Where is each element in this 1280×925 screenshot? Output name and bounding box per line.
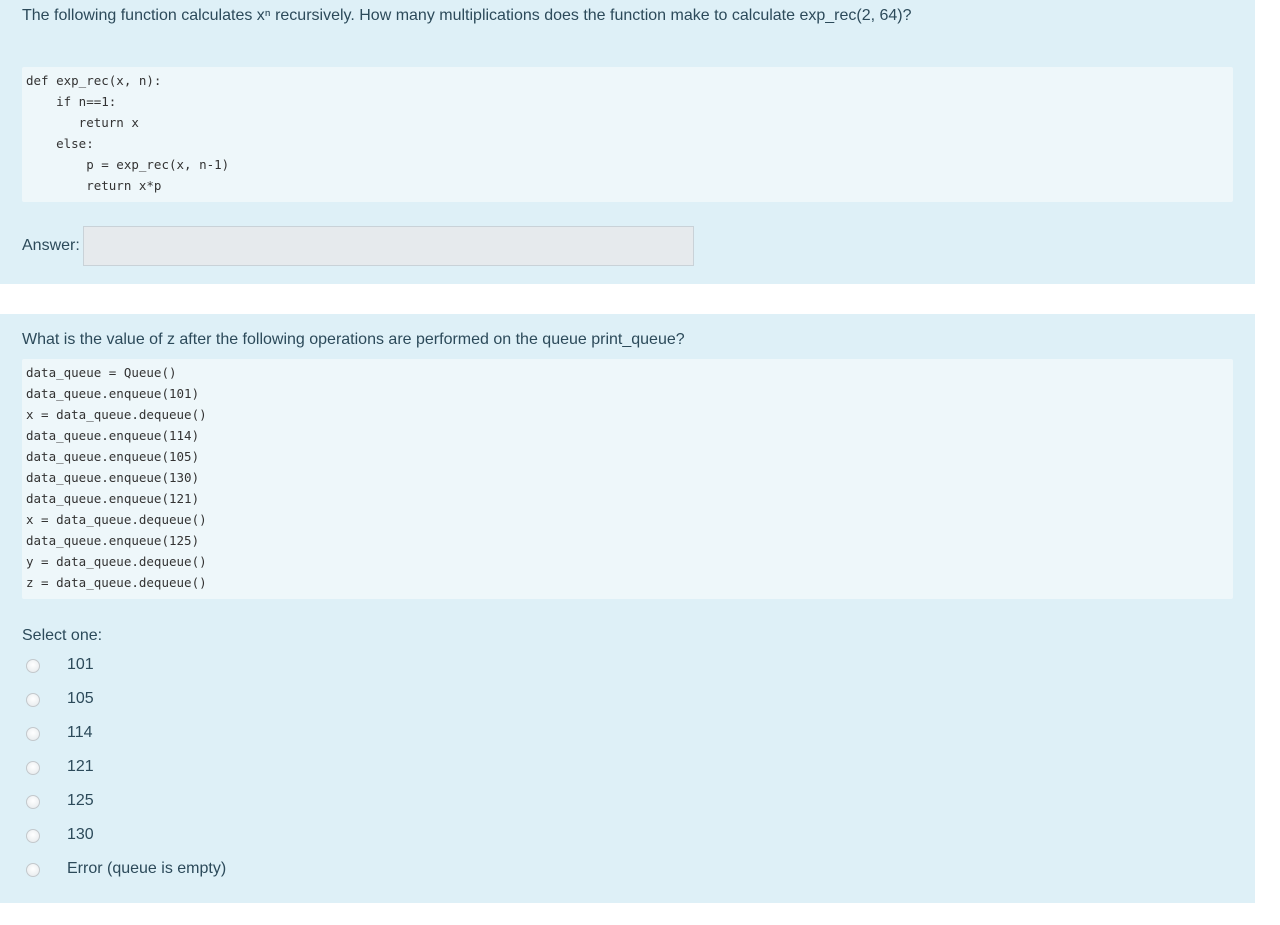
code-line: data_queue.enqueue(130) — [26, 470, 200, 485]
radio-button[interactable] — [26, 727, 40, 741]
question-1-panel: The following function calculates xⁿ rec… — [0, 0, 1255, 284]
code-line: return x*p — [26, 178, 162, 193]
radio-button[interactable] — [26, 795, 40, 809]
code-line: data_queue.enqueue(121) — [26, 491, 200, 506]
option-label: 130 — [67, 826, 94, 843]
radio-button[interactable] — [26, 829, 40, 843]
radio-button[interactable] — [26, 761, 40, 775]
code-line: p = exp_rec(x, n-1) — [26, 157, 230, 172]
option-label: 105 — [67, 690, 94, 707]
code-line: z = data_queue.dequeue() — [26, 575, 207, 590]
code-line: x = data_queue.dequeue() — [26, 512, 207, 527]
option-label: Error (queue is empty) — [67, 860, 227, 877]
answer-input[interactable] — [83, 226, 694, 266]
code-line: def exp_rec(x, n): — [26, 73, 162, 88]
option-label: 125 — [67, 792, 94, 809]
question-1-code-block: def exp_rec(x, n): if n==1: return x els… — [22, 67, 1233, 202]
select-one-label: Select one: — [22, 627, 103, 644]
radio-button[interactable] — [26, 659, 40, 673]
code-line: data_queue = Queue() — [26, 365, 177, 380]
code-line: data_queue.enqueue(101) — [26, 386, 200, 401]
question-2-text: What is the value of z after the followi… — [22, 331, 685, 348]
code-line: y = data_queue.dequeue() — [26, 554, 207, 569]
question-2-panel: What is the value of z after the followi… — [0, 314, 1255, 903]
question-2-code-block: data_queue = Queue() data_queue.enqueue(… — [22, 359, 1233, 599]
radio-button[interactable] — [26, 863, 40, 877]
code-line: data_queue.enqueue(125) — [26, 533, 200, 548]
code-line: data_queue.enqueue(114) — [26, 428, 200, 443]
code-line: if n==1: — [26, 94, 117, 109]
code-line: x = data_queue.dequeue() — [26, 407, 207, 422]
code-line: data_queue.enqueue(105) — [26, 449, 200, 464]
question-1-text: The following function calculates xⁿ rec… — [22, 7, 912, 24]
answer-label: Answer: — [22, 237, 80, 254]
option-label: 101 — [67, 656, 94, 673]
option-label: 121 — [67, 758, 94, 775]
code-line: return x — [26, 115, 139, 130]
option-label: 114 — [67, 724, 93, 741]
code-line: else: — [26, 136, 94, 151]
radio-button[interactable] — [26, 693, 40, 707]
